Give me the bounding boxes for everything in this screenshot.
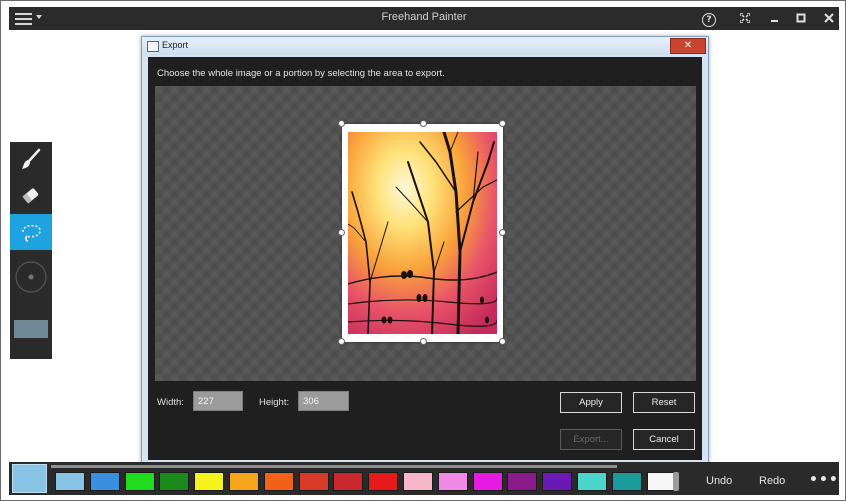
color-swatch[interactable]	[89, 472, 120, 491]
current-color-swatch[interactable]	[12, 464, 47, 493]
toolbox	[10, 142, 52, 359]
title-bar: Freehand Painter ?	[9, 7, 839, 30]
eraser-tool[interactable]	[10, 178, 52, 214]
close-icon	[824, 13, 834, 23]
color-swatch[interactable]	[368, 472, 399, 491]
fullscreen-button[interactable]	[735, 9, 755, 28]
help-button[interactable]: ?	[699, 9, 719, 28]
redo-button[interactable]: Redo	[759, 472, 785, 491]
color-swatch[interactable]	[124, 472, 155, 491]
maximize-icon	[796, 13, 806, 23]
brush-tool[interactable]	[10, 142, 52, 178]
help-icon: ?	[702, 13, 716, 27]
color-swatch[interactable]	[194, 472, 225, 491]
color-swatch[interactable]	[437, 472, 468, 491]
dialog-title: Export	[162, 40, 189, 50]
brush-size-icon	[15, 261, 47, 293]
color-swatch[interactable]	[333, 472, 364, 491]
fullscreen-icon	[739, 12, 751, 24]
minimize-button[interactable]	[765, 9, 785, 28]
painting-preview	[348, 132, 497, 334]
color-swatch[interactable]	[229, 472, 259, 491]
maximize-button[interactable]	[791, 9, 811, 28]
resize-handle-top-left[interactable]	[338, 120, 345, 127]
height-field[interactable]: 306	[298, 391, 349, 411]
palette-scroll-handle[interactable]	[673, 472, 679, 491]
color-swatch[interactable]	[507, 472, 538, 491]
reset-button[interactable]: Reset	[633, 392, 695, 413]
minimize-icon	[771, 20, 778, 22]
eraser-icon	[22, 188, 39, 204]
lasso-tool[interactable]	[10, 214, 52, 250]
resize-handle-bottom[interactable]	[420, 338, 427, 345]
color-swatch[interactable]	[55, 472, 85, 491]
brush-size-control[interactable]	[10, 254, 52, 302]
resize-handle-bottom-right[interactable]	[499, 338, 506, 345]
brush-size-track[interactable]	[51, 465, 617, 468]
width-field[interactable]: 227	[193, 391, 243, 411]
resize-handle-right[interactable]	[499, 229, 506, 236]
color-palette-bar: Undo Redo •••	[9, 462, 839, 495]
resize-handle-left[interactable]	[338, 229, 345, 236]
color-swatch[interactable]	[542, 472, 573, 491]
resize-handle-top[interactable]	[420, 120, 427, 127]
color-swatch[interactable]	[298, 472, 329, 491]
color-swatch[interactable]	[472, 472, 503, 491]
export-icon	[147, 41, 159, 52]
undo-button[interactable]: Undo	[706, 472, 732, 491]
color-swatch[interactable]	[611, 472, 642, 491]
close-button[interactable]	[819, 9, 839, 28]
color-swatch[interactable]	[263, 472, 294, 491]
resize-handle-bottom-left[interactable]	[338, 338, 345, 345]
more-options-button[interactable]: •••	[809, 472, 839, 491]
color-swatch[interactable]	[577, 472, 607, 491]
selection-frame[interactable]	[338, 120, 506, 345]
cancel-button[interactable]: Cancel	[633, 429, 695, 450]
color-swatch[interactable]	[403, 472, 433, 491]
width-label: Width:	[157, 397, 184, 408]
dialog-title-bar: Export ✕	[142, 37, 708, 55]
dialog-close-button[interactable]: ✕	[670, 38, 706, 54]
export-dialog: Export ✕ Choose the whole image or a por…	[141, 36, 709, 465]
apply-button[interactable]: Apply	[560, 392, 622, 413]
color-swatch[interactable]	[159, 472, 190, 491]
export-preview-area[interactable]	[155, 86, 696, 381]
lasso-icon	[22, 224, 41, 242]
dialog-body: Choose the whole image or a portion by s…	[148, 57, 702, 460]
selected-color-slot[interactable]	[14, 320, 48, 338]
export-button[interactable]: Export...	[560, 429, 622, 450]
resize-handle-top-right[interactable]	[499, 120, 506, 127]
export-instructions: Choose the whole image or a portion by s…	[157, 68, 445, 79]
brush-icon	[22, 148, 41, 169]
height-label: Height:	[259, 397, 290, 408]
